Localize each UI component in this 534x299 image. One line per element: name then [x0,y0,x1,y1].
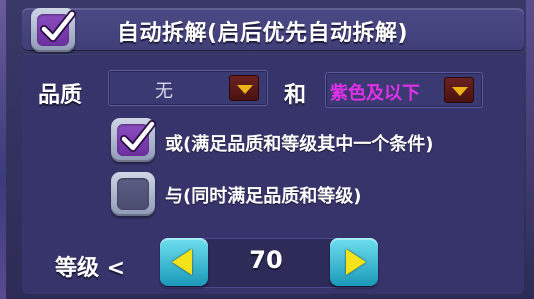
checkmark-icon [120,120,156,152]
level-increase-button[interactable] [330,238,378,286]
panel-left-edge [0,0,6,299]
triangle-down-icon [452,87,468,96]
quality-dropdown-button[interactable] [229,75,259,101]
quality-select[interactable]: 无 [108,70,268,106]
quality-value: 无 [155,81,173,102]
color-filter-value: 紫色及以下 [330,83,420,104]
and-label: 和 [284,83,307,108]
or-condition-label: 或(满足品质和等级其中一个条件) [165,134,434,155]
level-value: 70 [249,246,283,274]
triangle-left-icon [172,249,192,275]
color-filter-select[interactable]: 紫色及以下 [325,72,483,108]
triangle-right-icon [346,249,366,275]
header-bar: 自动拆解(启后优先自动拆解) [22,8,524,50]
quality-label: 品质 [38,83,83,108]
auto-dismantle-panel: 自动拆解(启后优先自动拆解) 品质 无 和 紫色及以下 或(满足品质和等级其中一… [0,0,534,299]
level-decrease-button[interactable] [160,238,208,286]
checkbox-fill [117,178,149,210]
and-condition-label: 与(同时满足品质和等级) [165,186,362,207]
level-label: 等级 < [55,256,126,281]
auto-dismantle-label: 自动拆解(启后优先自动拆解) [117,21,409,46]
auto-dismantle-checkbox[interactable] [31,8,76,52]
triangle-down-icon [237,85,253,94]
color-filter-dropdown-button[interactable] [444,77,474,103]
panel-right-edge [526,0,534,299]
or-condition-checkbox[interactable] [111,118,156,162]
checkmark-icon [40,10,76,42]
and-condition-checkbox[interactable] [111,172,155,216]
